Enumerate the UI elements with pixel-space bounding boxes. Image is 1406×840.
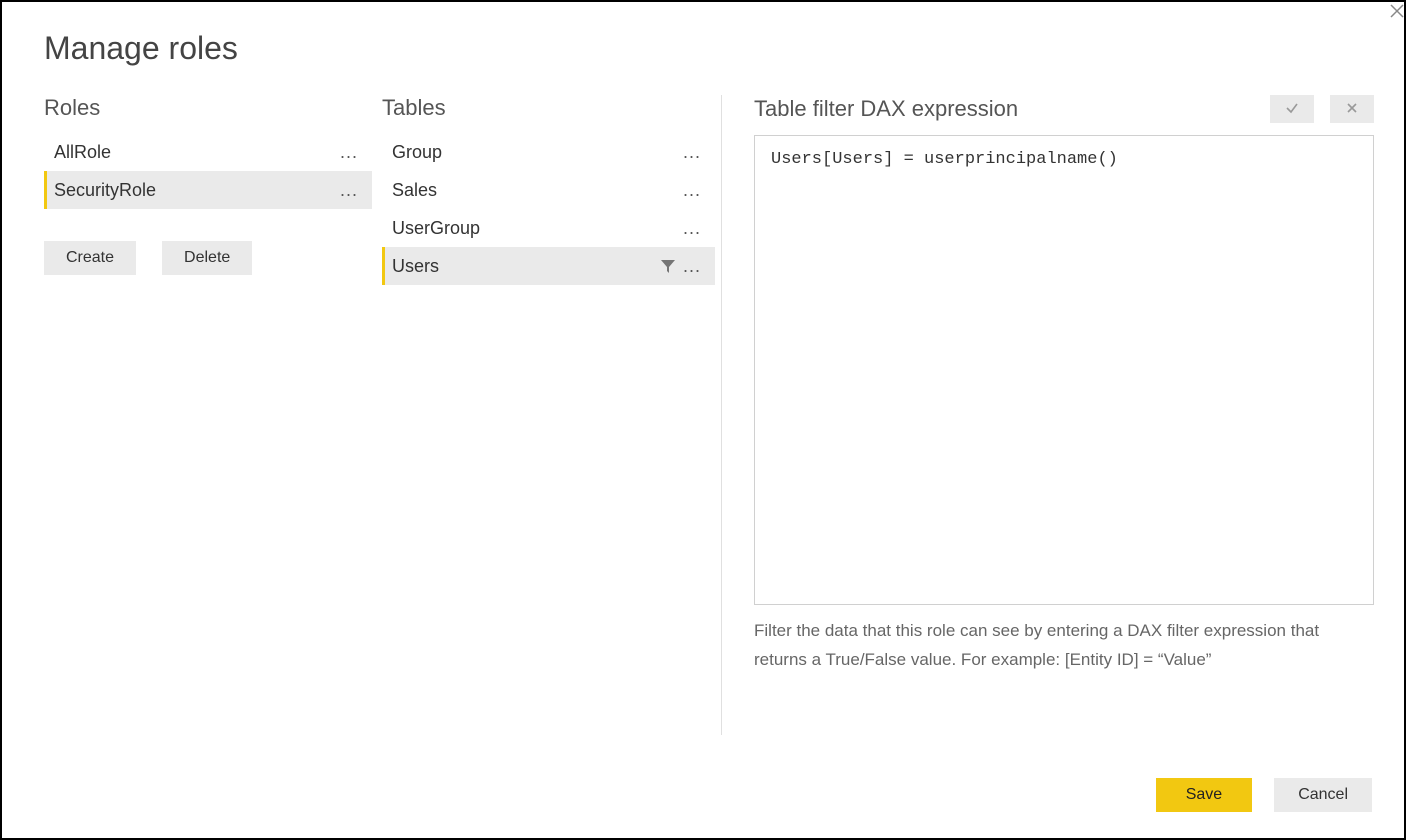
- dialog-title: Manage roles: [44, 30, 1374, 67]
- roles-column: Roles AllRole ... SecurityRole ... Creat…: [32, 95, 382, 735]
- role-buttons: Create Delete: [44, 241, 372, 275]
- ellipsis-icon[interactable]: ...: [679, 218, 705, 239]
- delete-role-button[interactable]: Delete: [162, 241, 252, 275]
- ellipsis-icon[interactable]: ...: [679, 256, 705, 277]
- dax-header-row: Table filter DAX expression: [754, 95, 1374, 123]
- table-item-usergroup[interactable]: UserGroup ...: [382, 209, 715, 247]
- ellipsis-icon[interactable]: ...: [679, 180, 705, 201]
- dax-hint: Filter the data that this role can see b…: [754, 617, 1374, 675]
- table-label: UserGroup: [392, 218, 679, 239]
- table-item-group[interactable]: Group ...: [382, 133, 715, 171]
- table-label: Group: [392, 142, 679, 163]
- table-label: Sales: [392, 180, 679, 201]
- tables-list: Group ... Sales ... UserGroup ... Users …: [382, 133, 715, 285]
- role-item-allrole[interactable]: AllRole ...: [44, 133, 372, 171]
- table-item-users[interactable]: Users ...: [382, 247, 715, 285]
- tables-header: Tables: [382, 95, 715, 121]
- save-button[interactable]: Save: [1156, 778, 1252, 812]
- dax-column: Table filter DAX expression Users[Users]…: [722, 95, 1374, 735]
- ellipsis-icon[interactable]: ...: [336, 142, 362, 163]
- cancel-button[interactable]: Cancel: [1274, 778, 1372, 812]
- create-role-button[interactable]: Create: [44, 241, 136, 275]
- dialog-columns: Roles AllRole ... SecurityRole ... Creat…: [32, 95, 1374, 735]
- dax-header: Table filter DAX expression: [754, 96, 1018, 122]
- manage-roles-dialog: Manage roles Roles AllRole ... SecurityR…: [0, 0, 1406, 840]
- dialog-footer: Save Cancel: [1156, 778, 1372, 812]
- role-label: AllRole: [54, 142, 336, 163]
- dax-expression-editor[interactable]: Users[Users] = userprincipalname(): [754, 135, 1374, 605]
- table-item-sales[interactable]: Sales ...: [382, 171, 715, 209]
- table-label: Users: [392, 256, 659, 277]
- revert-dax-button[interactable]: [1330, 95, 1374, 123]
- ellipsis-icon[interactable]: ...: [336, 180, 362, 201]
- dialog-close-icon[interactable]: [1384, 4, 1404, 24]
- ellipsis-icon[interactable]: ...: [679, 142, 705, 163]
- filter-icon: [659, 257, 677, 275]
- role-label: SecurityRole: [54, 180, 336, 201]
- apply-dax-button[interactable]: [1270, 95, 1314, 123]
- role-item-securityrole[interactable]: SecurityRole ...: [44, 171, 372, 209]
- check-icon: [1285, 101, 1299, 118]
- x-icon: [1346, 102, 1358, 117]
- dax-action-buttons: [1270, 95, 1374, 123]
- tables-column: Tables Group ... Sales ... UserGroup ...…: [382, 95, 722, 735]
- roles-header: Roles: [44, 95, 372, 121]
- roles-list: AllRole ... SecurityRole ...: [44, 133, 372, 209]
